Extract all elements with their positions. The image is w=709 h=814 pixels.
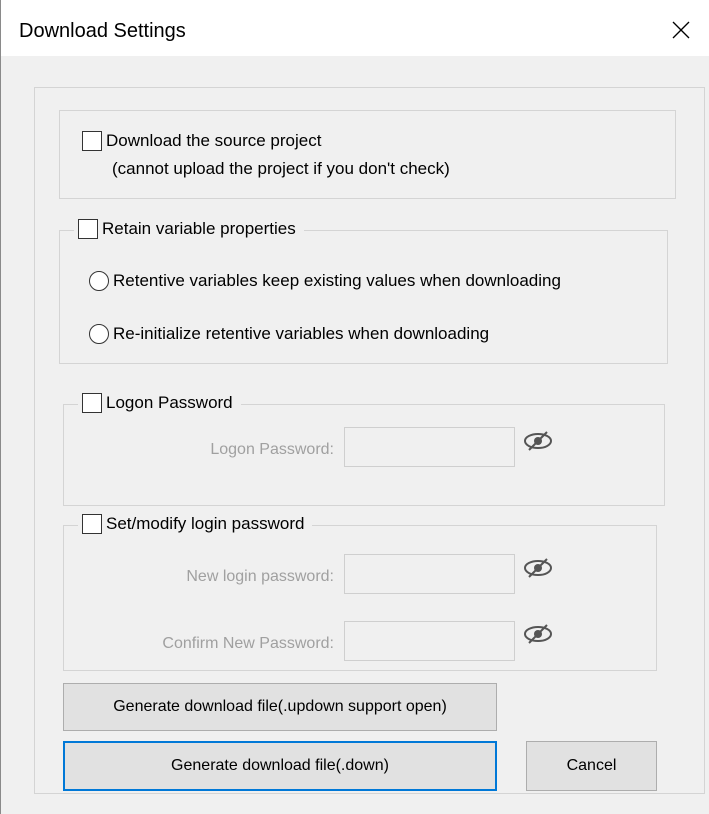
download-settings-dialog: Download Settings Download the source pr… [0, 0, 709, 814]
logon-password-checkbox[interactable] [82, 393, 102, 413]
radio-reinitialize-label: Re-initialize retentive variables when d… [113, 324, 490, 343]
retain-variables-group: Retain variable properties Retentive var… [59, 217, 668, 364]
close-icon [672, 21, 690, 39]
eye-slash-icon[interactable] [520, 556, 556, 580]
new-password-input[interactable] [344, 554, 515, 594]
source-project-note: (cannot upload the project if you don't … [112, 159, 450, 178]
logon-password-field-label: Logon Password: [210, 441, 334, 458]
radio-keep-values-label: Retentive variables keep existing values… [113, 271, 561, 290]
source-project-checkbox[interactable] [82, 131, 102, 151]
source-project-label: Download the source project [106, 131, 322, 150]
settings-panel: Download the source project (cannot uplo… [34, 87, 705, 794]
title-bar: Download Settings [1, 0, 709, 56]
radio-keep-values[interactable] [89, 271, 109, 291]
retain-variables-legend: Retain variable properties [74, 217, 304, 241]
logon-password-group: Logon Password Logon Password: [63, 391, 665, 506]
logon-password-legend: Logon Password [78, 391, 241, 415]
radio-reinitialize-row[interactable]: Re-initialize retentive variables when d… [89, 323, 489, 345]
eye-slash-icon[interactable] [520, 429, 556, 453]
generate-updown-button[interactable]: Generate download file(.updown support o… [63, 683, 497, 731]
retain-variables-checkbox[interactable] [78, 219, 98, 239]
login-password-group: Set/modify login password New login pass… [63, 512, 657, 671]
login-password-checkbox[interactable] [82, 514, 102, 534]
login-password-legend: Set/modify login password [78, 512, 313, 536]
retain-variables-label: Retain variable properties [102, 219, 296, 238]
source-project-checkbox-row[interactable]: Download the source project [82, 130, 321, 152]
close-button[interactable] [653, 0, 709, 56]
confirm-password-input[interactable] [344, 621, 515, 661]
radio-keep-values-row[interactable]: Retentive variables keep existing values… [89, 270, 561, 292]
logon-password-label: Logon Password [106, 393, 233, 412]
generate-down-button[interactable]: Generate download file(.down) [63, 741, 497, 791]
radio-reinitialize[interactable] [89, 324, 109, 344]
new-password-field-label: New login password: [186, 568, 334, 585]
source-project-group: Download the source project (cannot uplo… [59, 110, 676, 199]
dialog-title: Download Settings [19, 20, 186, 42]
logon-password-input[interactable] [344, 427, 515, 467]
login-password-label: Set/modify login password [106, 514, 305, 533]
confirm-password-field-label: Confirm New Password: [162, 635, 334, 652]
eye-slash-icon[interactable] [520, 622, 556, 646]
cancel-button[interactable]: Cancel [526, 741, 657, 791]
